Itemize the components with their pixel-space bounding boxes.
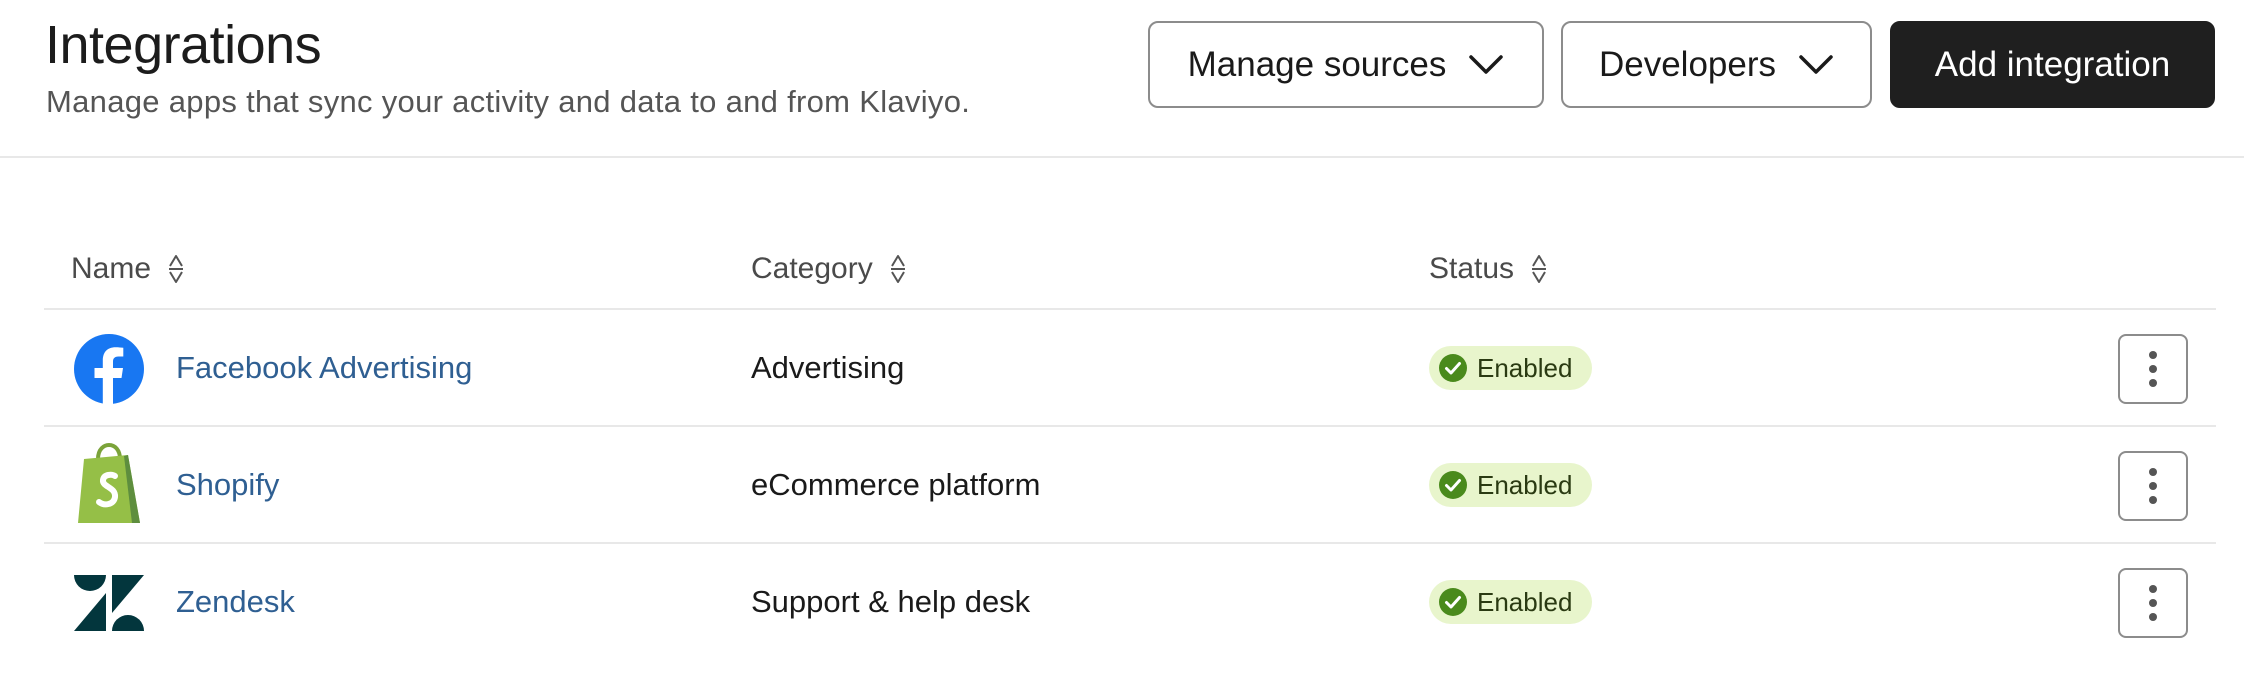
page-header: Integrations Manage apps that sync your … (0, 0, 2244, 158)
column-header-category[interactable]: Category (751, 252, 907, 286)
table-row: Facebook Advertising Advertising Enabled (44, 310, 2216, 427)
status-badge: Enabled (1429, 346, 1593, 390)
integrations-table: Name Category Status Facebook Advertisin… (44, 232, 2216, 661)
column-header-name[interactable]: Name (71, 252, 185, 286)
integration-category: Support & help desk (751, 584, 1031, 619)
shopify-icon (78, 443, 140, 523)
column-header-status[interactable]: Status (1429, 252, 1548, 286)
status-badge: Enabled (1429, 580, 1593, 624)
more-vertical-icon (2149, 468, 2157, 504)
integration-category: eCommerce platform (751, 467, 1041, 502)
integration-category: Advertising (751, 350, 905, 385)
column-header-name-label: Name (71, 252, 152, 285)
column-header-category-label: Category (751, 252, 873, 285)
row-actions-button[interactable] (2118, 568, 2188, 638)
chevron-down-icon (1799, 54, 1833, 74)
integration-name-link[interactable]: Facebook Advertising (176, 350, 472, 386)
add-integration-button[interactable]: Add integration (1890, 21, 2215, 108)
developers-dropdown[interactable]: Developers (1561, 21, 1872, 108)
integration-name-link[interactable]: Zendesk (176, 584, 295, 620)
sort-icon (169, 255, 184, 283)
chevron-down-icon (1469, 54, 1504, 74)
facebook-icon (74, 334, 144, 404)
sort-icon (890, 255, 905, 283)
status-badge-label: Enabled (1477, 469, 1573, 500)
sort-icon (1532, 255, 1547, 283)
status-badge-label: Enabled (1477, 352, 1573, 383)
table-header: Name Category Status (44, 232, 2216, 310)
integration-name-link[interactable]: Shopify (176, 467, 279, 503)
page-title: Integrations (45, 15, 322, 75)
row-actions-button[interactable] (2118, 451, 2188, 521)
status-badge: Enabled (1429, 463, 1593, 507)
table-row: Zendesk Support & help desk Enabled (44, 544, 2216, 661)
more-vertical-icon (2149, 351, 2157, 387)
more-vertical-icon (2149, 585, 2157, 621)
manage-sources-dropdown[interactable]: Manage sources (1148, 21, 1544, 108)
row-actions-button[interactable] (2118, 334, 2188, 404)
check-circle-icon (1439, 588, 1467, 616)
integrations-page: Integrations Manage apps that sync your … (0, 0, 2244, 692)
check-circle-icon (1439, 354, 1467, 382)
manage-sources-label: Manage sources (1187, 44, 1447, 84)
table-row: Shopify eCommerce platform Enabled (44, 427, 2216, 544)
column-header-status-label: Status (1429, 252, 1515, 285)
zendesk-icon (74, 575, 144, 631)
status-badge-label: Enabled (1477, 586, 1573, 617)
check-circle-icon (1439, 471, 1467, 499)
page-subtitle: Manage apps that sync your activity and … (46, 84, 971, 119)
developers-label: Developers (1598, 44, 1777, 84)
